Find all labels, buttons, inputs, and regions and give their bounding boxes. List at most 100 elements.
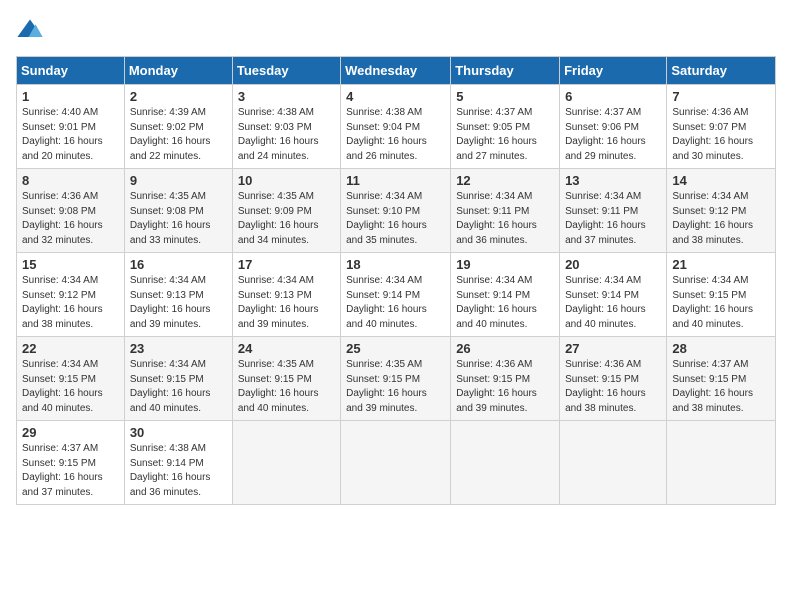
calendar-cell: 21 Sunrise: 4:34 AM Sunset: 9:15 PM Dayli… bbox=[667, 253, 776, 337]
day-info: Sunrise: 4:36 AM Sunset: 9:07 PM Dayligh… bbox=[672, 106, 770, 164]
day-info: Sunrise: 4:38 AM Sunset: 9:14 PM Dayligh… bbox=[130, 442, 227, 500]
day-number: 17 bbox=[238, 257, 335, 272]
day-number: 5 bbox=[456, 89, 554, 104]
day-info: Sunrise: 4:40 AM Sunset: 9:01 PM Dayligh… bbox=[22, 106, 119, 164]
calendar-cell bbox=[451, 421, 560, 505]
day-info: Sunrise: 4:34 AM Sunset: 9:13 PM Dayligh… bbox=[238, 274, 335, 332]
day-number: 19 bbox=[456, 257, 554, 272]
day-info: Sunrise: 4:34 AM Sunset: 9:14 PM Dayligh… bbox=[565, 274, 661, 332]
calendar-cell: 22 Sunrise: 4:34 AM Sunset: 9:15 PM Dayli… bbox=[17, 337, 125, 421]
calendar-cell: 28 Sunrise: 4:37 AM Sunset: 9:15 PM Dayli… bbox=[667, 337, 776, 421]
day-info: Sunrise: 4:37 AM Sunset: 9:15 PM Dayligh… bbox=[22, 442, 119, 500]
day-number: 25 bbox=[346, 341, 445, 356]
calendar-cell: 17 Sunrise: 4:34 AM Sunset: 9:13 PM Dayli… bbox=[232, 253, 340, 337]
calendar-cell: 13Sunrise: 4:34 AM Sunset: 9:11 PM Dayli… bbox=[560, 169, 667, 253]
day-info: Sunrise: 4:34 AM Sunset: 9:11 PM Dayligh… bbox=[456, 190, 554, 248]
column-header-wednesday: Wednesday bbox=[341, 57, 451, 85]
column-header-sunday: Sunday bbox=[17, 57, 125, 85]
day-info: Sunrise: 4:36 AM Sunset: 9:08 PM Dayligh… bbox=[22, 190, 119, 248]
day-number: 16 bbox=[130, 257, 227, 272]
calendar-cell: 14Sunrise: 4:34 AM Sunset: 9:12 PM Dayli… bbox=[667, 169, 776, 253]
column-header-saturday: Saturday bbox=[667, 57, 776, 85]
day-info: Sunrise: 4:35 AM Sunset: 9:08 PM Dayligh… bbox=[130, 190, 227, 248]
calendar-cell: 30 Sunrise: 4:38 AM Sunset: 9:14 PM Dayli… bbox=[124, 421, 232, 505]
column-header-monday: Monday bbox=[124, 57, 232, 85]
day-number: 27 bbox=[565, 341, 661, 356]
calendar-cell: 19Sunrise: 4:34 AM Sunset: 9:14 PM Dayli… bbox=[451, 253, 560, 337]
day-number: 11 bbox=[346, 173, 445, 188]
day-number: 13 bbox=[565, 173, 661, 188]
calendar-cell: 16 Sunrise: 4:34 AM Sunset: 9:13 PM Dayli… bbox=[124, 253, 232, 337]
day-number: 26 bbox=[456, 341, 554, 356]
calendar-cell: 18 Sunrise: 4:34 AM Sunset: 9:14 PM Dayli… bbox=[341, 253, 451, 337]
day-info: Sunrise: 4:34 AM Sunset: 9:15 PM Dayligh… bbox=[130, 358, 227, 416]
page-header bbox=[16, 16, 776, 44]
day-number: 22 bbox=[22, 341, 119, 356]
day-info: Sunrise: 4:34 AM Sunset: 9:14 PM Dayligh… bbox=[346, 274, 445, 332]
day-info: Sunrise: 4:34 AM Sunset: 9:10 PM Dayligh… bbox=[346, 190, 445, 248]
calendar-cell: 29 Sunrise: 4:37 AM Sunset: 9:15 PM Dayli… bbox=[17, 421, 125, 505]
calendar-cell: 7 Sunrise: 4:36 AM Sunset: 9:07 PM Daylig… bbox=[667, 85, 776, 169]
column-header-thursday: Thursday bbox=[451, 57, 560, 85]
logo bbox=[16, 16, 48, 44]
day-info: Sunrise: 4:34 AM Sunset: 9:12 PM Dayligh… bbox=[22, 274, 119, 332]
calendar-cell: 2Sunrise: 4:39 AM Sunset: 9:02 PM Daylig… bbox=[124, 85, 232, 169]
day-info: Sunrise: 4:37 AM Sunset: 9:06 PM Dayligh… bbox=[565, 106, 661, 164]
day-number: 23 bbox=[130, 341, 227, 356]
logo-icon bbox=[16, 16, 44, 44]
day-number: 9 bbox=[130, 173, 227, 188]
day-number: 12 bbox=[456, 173, 554, 188]
calendar-week-row: 15 Sunrise: 4:34 AM Sunset: 9:12 PM Dayli… bbox=[17, 253, 776, 337]
day-number: 4 bbox=[346, 89, 445, 104]
calendar-week-row: 8 Sunrise: 4:36 AM Sunset: 9:08 PM Daylig… bbox=[17, 169, 776, 253]
day-number: 29 bbox=[22, 425, 119, 440]
day-number: 6 bbox=[565, 89, 661, 104]
day-number: 15 bbox=[22, 257, 119, 272]
day-number: 14 bbox=[672, 173, 770, 188]
day-number: 8 bbox=[22, 173, 119, 188]
day-number: 28 bbox=[672, 341, 770, 356]
calendar-cell: 5 Sunrise: 4:37 AM Sunset: 9:05 PM Daylig… bbox=[451, 85, 560, 169]
day-number: 18 bbox=[346, 257, 445, 272]
calendar-cell: 25Sunrise: 4:35 AM Sunset: 9:15 PM Dayli… bbox=[341, 337, 451, 421]
calendar-cell: 27 Sunrise: 4:36 AM Sunset: 9:15 PM Dayli… bbox=[560, 337, 667, 421]
day-number: 7 bbox=[672, 89, 770, 104]
day-info: Sunrise: 4:37 AM Sunset: 9:05 PM Dayligh… bbox=[456, 106, 554, 164]
calendar-cell: 8 Sunrise: 4:36 AM Sunset: 9:08 PM Daylig… bbox=[17, 169, 125, 253]
calendar-cell: 11 Sunrise: 4:34 AM Sunset: 9:10 PM Dayli… bbox=[341, 169, 451, 253]
calendar-cell: 26 Sunrise: 4:36 AM Sunset: 9:15 PM Dayli… bbox=[451, 337, 560, 421]
day-number: 20 bbox=[565, 257, 661, 272]
day-number: 21 bbox=[672, 257, 770, 272]
calendar-cell bbox=[560, 421, 667, 505]
day-number: 24 bbox=[238, 341, 335, 356]
calendar-week-row: 1 Sunrise: 4:40 AM Sunset: 9:01 PM Daylig… bbox=[17, 85, 776, 169]
calendar-cell: 1 Sunrise: 4:40 AM Sunset: 9:01 PM Daylig… bbox=[17, 85, 125, 169]
day-info: Sunrise: 4:34 AM Sunset: 9:15 PM Dayligh… bbox=[22, 358, 119, 416]
column-header-friday: Friday bbox=[560, 57, 667, 85]
calendar-week-row: 22 Sunrise: 4:34 AM Sunset: 9:15 PM Dayli… bbox=[17, 337, 776, 421]
day-info: Sunrise: 4:37 AM Sunset: 9:15 PM Dayligh… bbox=[672, 358, 770, 416]
calendar-table: SundayMondayTuesdayWednesdayThursdayFrid… bbox=[16, 56, 776, 505]
day-info: Sunrise: 4:35 AM Sunset: 9:09 PM Dayligh… bbox=[238, 190, 335, 248]
day-info: Sunrise: 4:38 AM Sunset: 9:04 PM Dayligh… bbox=[346, 106, 445, 164]
day-number: 3 bbox=[238, 89, 335, 104]
day-info: Sunrise: 4:36 AM Sunset: 9:15 PM Dayligh… bbox=[565, 358, 661, 416]
calendar-cell: 12 Sunrise: 4:34 AM Sunset: 9:11 PM Dayli… bbox=[451, 169, 560, 253]
calendar-cell: 6 Sunrise: 4:37 AM Sunset: 9:06 PM Daylig… bbox=[560, 85, 667, 169]
calendar-cell: 3 Sunrise: 4:38 AM Sunset: 9:03 PM Daylig… bbox=[232, 85, 340, 169]
calendar-cell: 23 Sunrise: 4:34 AM Sunset: 9:15 PM Dayli… bbox=[124, 337, 232, 421]
day-info: Sunrise: 4:36 AM Sunset: 9:15 PM Dayligh… bbox=[456, 358, 554, 416]
calendar-cell bbox=[667, 421, 776, 505]
day-number: 30 bbox=[130, 425, 227, 440]
calendar-cell: 24 Sunrise: 4:35 AM Sunset: 9:15 PM Dayli… bbox=[232, 337, 340, 421]
calendar-cell: 10Sunrise: 4:35 AM Sunset: 9:09 PM Dayli… bbox=[232, 169, 340, 253]
day-number: 1 bbox=[22, 89, 119, 104]
calendar-cell: 20 Sunrise: 4:34 AM Sunset: 9:14 PM Dayli… bbox=[560, 253, 667, 337]
day-info: Sunrise: 4:38 AM Sunset: 9:03 PM Dayligh… bbox=[238, 106, 335, 164]
day-info: Sunrise: 4:35 AM Sunset: 9:15 PM Dayligh… bbox=[238, 358, 335, 416]
day-info: Sunrise: 4:34 AM Sunset: 9:15 PM Dayligh… bbox=[672, 274, 770, 332]
day-info: Sunrise: 4:34 AM Sunset: 9:13 PM Dayligh… bbox=[130, 274, 227, 332]
column-header-tuesday: Tuesday bbox=[232, 57, 340, 85]
calendar-cell bbox=[341, 421, 451, 505]
calendar-week-row: 29 Sunrise: 4:37 AM Sunset: 9:15 PM Dayli… bbox=[17, 421, 776, 505]
